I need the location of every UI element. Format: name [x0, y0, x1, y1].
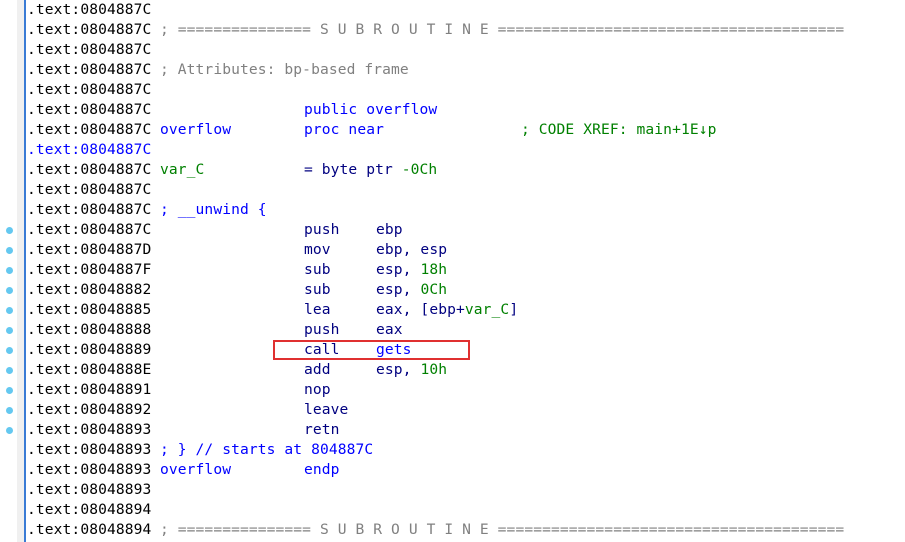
address[interactable]: .text:0804887C — [27, 40, 151, 60]
number-literal: -0Ch — [401, 161, 438, 178]
operands[interactable]: ebp — [376, 220, 403, 240]
operand-text: esp, — [376, 261, 421, 278]
function-comment[interactable]: ; } // starts at 804887C — [160, 440, 373, 460]
mnemonic-text: endp — [304, 461, 340, 478]
mnemonic-text: sub — [304, 281, 331, 298]
mnemonic[interactable]: mov — [304, 240, 331, 260]
operands[interactable]: eax — [376, 320, 403, 340]
address[interactable]: .text:0804887C — [27, 180, 151, 200]
address[interactable]: .text:08048893 — [27, 460, 151, 480]
mnemonic-text: push — [304, 321, 340, 338]
address[interactable]: .text:0804887F — [27, 260, 151, 280]
mnemonic[interactable]: lea — [304, 300, 331, 320]
trace-dot-icon[interactable] — [6, 307, 13, 314]
address[interactable]: .text:08048894 — [27, 520, 151, 540]
trace-dot-icon[interactable] — [6, 347, 13, 354]
address[interactable]: .text:0804887D — [27, 240, 151, 260]
operand-text: esp, — [376, 281, 421, 298]
mnemonic[interactable]: = byte ptr -0Ch — [304, 160, 437, 180]
operand-text: ebp, esp — [376, 241, 448, 258]
address[interactable]: .text:0804887C — [27, 0, 151, 20]
address[interactable]: .text:0804887C — [27, 160, 151, 180]
highlight-box-call-gets — [273, 340, 470, 360]
address[interactable]: .text:0804887C — [27, 140, 151, 160]
trace-dot-icon[interactable] — [6, 387, 13, 394]
function-label[interactable]: overflow — [160, 120, 231, 140]
mnemonic[interactable]: add — [304, 360, 331, 380]
mnemonic[interactable]: sub — [304, 280, 331, 300]
mnemonic[interactable]: proc near — [304, 120, 384, 140]
address[interactable]: .text:0804887C — [27, 220, 151, 240]
number-literal: 18h — [420, 261, 448, 278]
mnemonic-text: push — [304, 221, 340, 238]
trace-dot-icon[interactable] — [6, 227, 13, 234]
operands[interactable]: esp, 0Ch — [376, 280, 447, 300]
operand-text: ebp — [376, 221, 403, 238]
operands[interactable]: esp, 18h — [376, 260, 447, 280]
left-gutter — [17, 0, 24, 542]
operands[interactable]: eax, [ebp+var_C] — [376, 300, 518, 320]
mnemonic[interactable]: sub — [304, 260, 331, 280]
mnemonic[interactable]: push — [304, 220, 340, 240]
mnemonic[interactable]: nop — [304, 380, 331, 400]
mnemonic-text: proc near — [304, 121, 384, 138]
stack-var-ref[interactable]: var_C — [465, 301, 509, 318]
trace-dot-icon[interactable] — [6, 267, 13, 274]
function-comment[interactable]: ; __unwind { — [160, 200, 267, 220]
mnemonic-text: retn — [304, 421, 340, 438]
trace-dot-icon[interactable] — [6, 407, 13, 414]
trace-dot-icon[interactable] — [6, 367, 13, 374]
mnemonic-text: mov — [304, 241, 331, 258]
number-literal: 10h — [420, 361, 448, 378]
address[interactable]: .text:0804887C — [27, 120, 151, 140]
operand-tail: ] — [509, 301, 519, 318]
mnemonic[interactable]: push — [304, 320, 340, 340]
operands[interactable]: esp, 10h — [376, 360, 447, 380]
operand-text: esp, — [376, 361, 421, 378]
address[interactable]: .text:0804888E — [27, 360, 151, 380]
address[interactable]: .text:0804887C — [27, 80, 151, 100]
mnemonic-text: public overflow — [304, 101, 438, 118]
mnemonic-text: leave — [304, 401, 349, 418]
stack-var-label[interactable]: var_C — [160, 160, 204, 180]
mnemonic[interactable]: leave — [304, 400, 348, 420]
operand-text: eax, [ebp+ — [376, 301, 465, 318]
gutter-divider — [24, 0, 26, 542]
address[interactable]: .text:08048893 — [27, 420, 151, 440]
address[interactable]: .text:08048894 — [27, 500, 151, 520]
separator-comment[interactable]: ; Attributes: bp-based frame — [160, 60, 409, 80]
trace-dot-icon[interactable] — [6, 427, 13, 434]
mnemonic[interactable]: endp — [304, 460, 340, 480]
operands[interactable]: ebp, esp — [376, 240, 447, 260]
address[interactable]: .text:0804887C — [27, 60, 151, 80]
code-xref[interactable]: ; CODE XREF: main+1E↓p — [521, 120, 717, 140]
address[interactable]: .text:0804887C — [27, 20, 151, 40]
address[interactable]: .text:0804887C — [27, 100, 151, 120]
number-literal: 0Ch — [420, 281, 448, 298]
address[interactable]: .text:0804887C — [27, 200, 151, 220]
mnemonic-text: = byte ptr — [304, 161, 402, 178]
address[interactable]: .text:08048893 — [27, 480, 151, 500]
address[interactable]: .text:08048893 — [27, 440, 151, 460]
trace-dot-icon[interactable] — [6, 247, 13, 254]
address[interactable]: .text:08048885 — [27, 300, 151, 320]
address[interactable]: .text:08048882 — [27, 280, 151, 300]
mnemonic[interactable]: public overflow — [304, 100, 437, 120]
address[interactable]: .text:08048892 — [27, 400, 151, 420]
mnemonic-text: lea — [304, 301, 331, 318]
mnemonic-text: sub — [304, 261, 331, 278]
function-label[interactable]: overflow — [160, 460, 231, 480]
trace-dot-icon[interactable] — [6, 327, 13, 334]
address[interactable]: .text:08048888 — [27, 320, 151, 340]
separator-comment[interactable]: ; =============== S U B R O U T I N E ==… — [160, 520, 844, 540]
address[interactable]: .text:08048889 — [27, 340, 151, 360]
mnemonic-text: nop — [304, 381, 331, 398]
mnemonic[interactable]: retn — [304, 420, 340, 440]
mnemonic-text: add — [304, 361, 331, 378]
trace-dot-icon[interactable] — [6, 287, 13, 294]
operand-text: eax — [376, 321, 403, 338]
separator-comment[interactable]: ; =============== S U B R O U T I N E ==… — [160, 20, 844, 40]
address[interactable]: .text:08048891 — [27, 380, 151, 400]
